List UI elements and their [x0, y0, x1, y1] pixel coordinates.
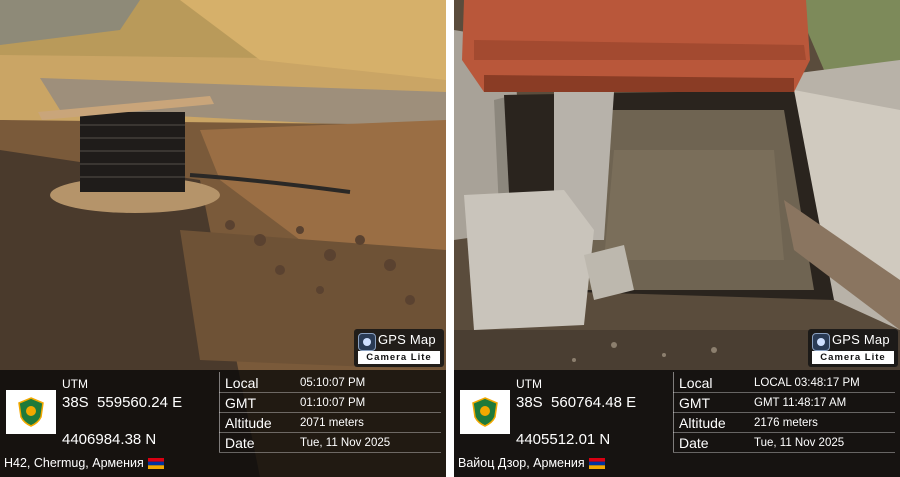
altitude-value: 2071 meters — [300, 417, 364, 429]
shield-emblem-icon — [460, 390, 510, 434]
northing-value: 4406984.38 N — [62, 431, 157, 448]
camera-app-icon — [812, 333, 830, 351]
armenia-flag-icon — [147, 458, 164, 470]
utm-label: UTM — [516, 377, 542, 391]
camera-app-icon — [358, 333, 376, 351]
gps-info-overlay: UTM 38S 560764.48 E 4405512.01 N Local L… — [454, 370, 900, 477]
date-label: Date — [679, 435, 709, 451]
date-label: Date — [225, 435, 255, 451]
easting-value: 560764.48 E — [551, 394, 637, 411]
gmt-label: GMT — [679, 395, 711, 411]
utm-easting: 38S 560764.48 E — [516, 394, 636, 411]
place-text: Вайоц Дзор, Армения — [458, 456, 585, 470]
gmt-value: 01:10:07 PM — [300, 397, 366, 409]
gmt-value: GMT 11:48:17 AM — [754, 397, 847, 409]
utm-label: UTM — [62, 377, 88, 391]
gps-map-badge: GPS Map Camera Lite — [808, 329, 898, 367]
place-name: Вайоц Дзор, Армения — [458, 456, 605, 470]
date-value: Tue, 11 Nov 2025 — [754, 437, 845, 449]
gps-info-overlay: UTM 38S 559560.24 E 4406984.38 N Local 0… — [0, 370, 446, 477]
utm-zone: 38S — [62, 394, 89, 411]
gmt-label: GMT — [225, 395, 257, 411]
altitude-label: Altitude — [225, 415, 272, 431]
utm-zone: 38S — [516, 394, 543, 411]
date-value: Tue, 11 Nov 2025 — [300, 437, 391, 449]
badge-subtitle: Camera Lite — [812, 351, 894, 364]
armenia-flag-icon — [588, 458, 605, 470]
gps-map-badge: GPS Map Camera Lite — [354, 329, 444, 367]
photo-right: GPS Map Camera Lite UTM 38S 560764.48 E … — [454, 0, 900, 477]
local-value: LOCAL 03:48:17 PM — [754, 377, 860, 389]
badge-subtitle: Camera Lite — [358, 351, 440, 364]
easting-value: 559560.24 E — [97, 394, 183, 411]
place-text: H42, Chermug, Армения — [4, 456, 144, 470]
northing-value: 4405512.01 N — [516, 431, 611, 448]
utm-easting: 38S 559560.24 E — [62, 394, 182, 411]
shield-emblem-icon — [6, 390, 56, 434]
altitude-label: Altitude — [679, 415, 726, 431]
place-name: H42, Chermug, Армения — [4, 456, 164, 470]
photo-left: GPS Map Camera Lite UTM 38S 559560.24 E … — [0, 0, 446, 477]
local-label: Local — [225, 375, 259, 391]
local-value: 05:10:07 PM — [300, 377, 366, 389]
local-label: Local — [679, 375, 713, 391]
altitude-value: 2176 meters — [754, 417, 818, 429]
badge-title: GPS Map — [832, 332, 890, 347]
badge-title: GPS Map — [378, 332, 436, 347]
